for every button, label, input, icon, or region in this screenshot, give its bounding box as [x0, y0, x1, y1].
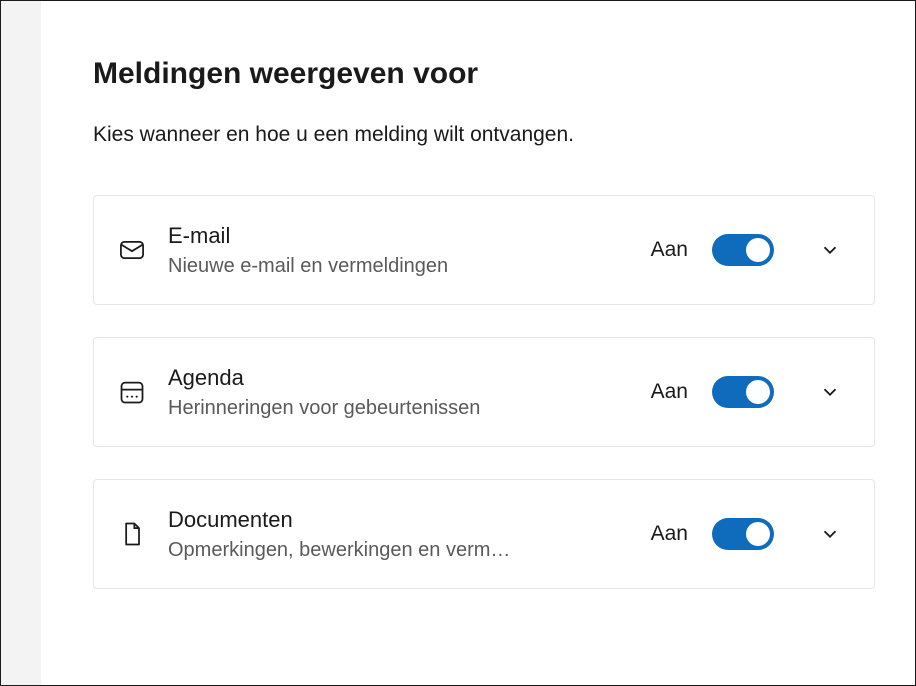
notification-description: Nieuwe e-mail en vermeldingen [168, 255, 631, 278]
notification-description: Opmerkingen, bewerkingen en verm… [168, 539, 631, 562]
calendar-icon [116, 376, 148, 408]
expand-documents[interactable] [814, 518, 846, 550]
notification-list: E-mail Nieuwe e-mail en vermeldingen Aan [93, 195, 875, 589]
toggle-knob [746, 380, 770, 404]
toggle-documents[interactable] [712, 518, 774, 550]
notification-description: Herinneringen voor gebeurtenissen [168, 397, 631, 420]
page-subtitle: Kies wanneer en hoe u een melding wilt o… [93, 123, 875, 147]
notification-title: E-mail [168, 223, 631, 249]
notification-title: Documenten [168, 507, 631, 533]
toggle-status-label: Aan [651, 380, 688, 404]
page-title: Meldingen weergeven voor [93, 57, 875, 91]
mail-icon [116, 234, 148, 266]
toggle-status-label: Aan [651, 238, 688, 262]
document-icon [116, 518, 148, 550]
notification-title: Agenda [168, 365, 631, 391]
row-text: E-mail Nieuwe e-mail en vermeldingen [168, 223, 631, 278]
toggle-agenda[interactable] [712, 376, 774, 408]
settings-panel: Meldingen weergeven voor Kies wanneer en… [0, 0, 916, 686]
notification-row-documents[interactable]: Documenten Opmerkingen, bewerkingen en v… [93, 479, 875, 589]
notification-row-email[interactable]: E-mail Nieuwe e-mail en vermeldingen Aan [93, 195, 875, 305]
row-text: Documenten Opmerkingen, bewerkingen en v… [168, 507, 631, 562]
toggle-knob [746, 522, 770, 546]
toggle-status-label: Aan [651, 522, 688, 546]
notification-row-agenda[interactable]: Agenda Herinneringen voor gebeurtenissen… [93, 337, 875, 447]
toggle-knob [746, 238, 770, 262]
row-text: Agenda Herinneringen voor gebeurtenissen [168, 365, 631, 420]
toggle-email[interactable] [712, 234, 774, 266]
left-sidebar-strip [1, 1, 41, 685]
expand-agenda[interactable] [814, 376, 846, 408]
expand-email[interactable] [814, 234, 846, 266]
content-area: Meldingen weergeven voor Kies wanneer en… [41, 1, 915, 685]
